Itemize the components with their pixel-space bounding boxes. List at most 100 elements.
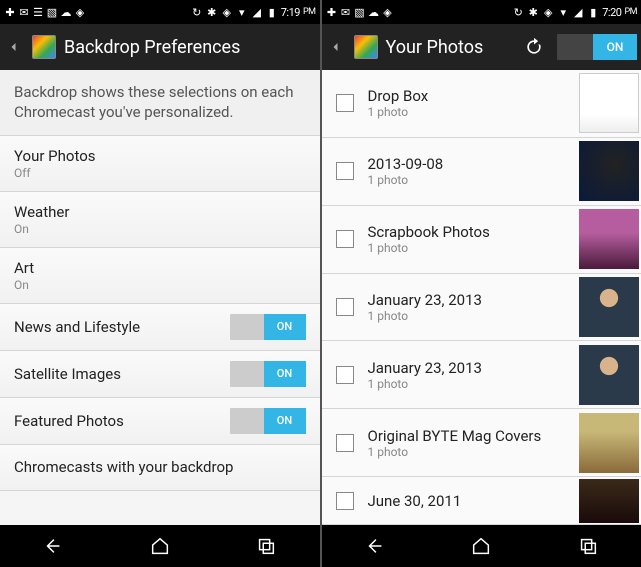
albums-list[interactable]: Drop Box 1 photo 2013-09-08 1 photo Scra… <box>322 70 641 525</box>
clock-time: 7:20 <box>602 6 621 19</box>
refresh-button[interactable] <box>519 32 549 62</box>
pref-news[interactable]: News and Lifestyle ON <box>0 304 320 351</box>
pref-title: Art <box>14 259 306 277</box>
checkbox[interactable] <box>336 434 354 452</box>
pref-sub: On <box>14 222 306 236</box>
pref-weather[interactable]: Weather On <box>0 192 320 248</box>
album-sub: 1 photo <box>368 309 574 323</box>
album-row[interactable]: January 23, 2013 1 photo <box>322 274 641 342</box>
nav-back-button[interactable] <box>28 533 78 559</box>
pref-sub: Off <box>14 166 306 180</box>
toggle-featured[interactable]: ON <box>230 408 306 434</box>
wifi-icon: ◈ <box>542 6 554 18</box>
album-title: 2013-09-08 <box>368 155 574 173</box>
photos-master-toggle[interactable]: ON <box>557 34 637 60</box>
album-thumbnail <box>579 479 639 523</box>
status-right: ↻ ✱ ◈ ▾ ◢ ▮ 7:20 PM <box>512 6 637 19</box>
wifi-icon: ◈ <box>221 6 233 18</box>
phone-left: ✚ ✉ ☰ ▧ ☁ ◈ ↻ ✱ ◈ ▾ ◢ ▮ 7:19 PM Backdrop… <box>0 0 320 567</box>
nav-bar <box>0 525 320 567</box>
album-row[interactable]: 2013-09-08 1 photo <box>322 138 641 206</box>
battery-icon: ▮ <box>587 6 599 18</box>
sync-icon: ☰ <box>32 6 44 18</box>
album-row[interactable]: Drop Box 1 photo <box>322 70 641 138</box>
pref-title: Weather <box>14 203 306 221</box>
album-row[interactable]: Original BYTE Mag Covers 1 photo <box>322 409 641 477</box>
pref-title: Featured Photos <box>14 412 230 430</box>
checkbox[interactable] <box>336 366 354 384</box>
nav-home-button[interactable] <box>135 533 185 559</box>
nav-bar <box>322 525 641 567</box>
box-icon: ▧ <box>354 6 366 18</box>
toggle-news[interactable]: ON <box>230 314 306 340</box>
wifi2-icon: ▾ <box>557 6 569 18</box>
pref-title: Satellite Images <box>14 365 230 383</box>
vibrate-icon: ✱ <box>527 6 539 18</box>
pref-art[interactable]: Art On <box>0 248 320 304</box>
refresh-icon: ↻ <box>191 6 203 18</box>
album-thumbnail <box>579 345 639 405</box>
checkbox[interactable] <box>336 162 354 180</box>
toggle-on-label: ON <box>264 408 306 434</box>
checkbox[interactable] <box>336 298 354 316</box>
clock-ampm: PM <box>303 7 316 17</box>
toggle-satellite[interactable]: ON <box>230 361 306 387</box>
checkbox[interactable] <box>336 230 354 248</box>
phone-right: ✚ ✉ ▧ ☁ ◈ ↻ ✱ ◈ ▾ ◢ ▮ 7:20 PM Your Photo… <box>320 0 641 567</box>
check-icon: ◈ <box>74 6 86 18</box>
pref-title: Your Photos <box>14 147 306 165</box>
status-left: ✚ ✉ ☰ ▧ ☁ ◈ <box>4 6 86 18</box>
album-sub: 1 photo <box>368 105 574 119</box>
album-thumbnail <box>579 141 639 201</box>
status-left: ✚ ✉ ▧ ☁ ◈ <box>326 6 394 18</box>
nav-recent-button[interactable] <box>563 533 613 559</box>
clock-ampm: PM <box>624 7 637 17</box>
pref-title: News and Lifestyle <box>14 318 230 336</box>
wifi2-icon: ▾ <box>236 6 248 18</box>
nav-back-button[interactable] <box>350 533 400 559</box>
mail-icon: ✉ <box>340 6 352 18</box>
album-row[interactable]: January 23, 2013 1 photo <box>322 341 641 409</box>
cloud-icon: ☁ <box>60 6 72 18</box>
status-bar: ✚ ✉ ☰ ▧ ☁ ◈ ↻ ✱ ◈ ▾ ◢ ▮ 7:19 PM <box>0 0 320 24</box>
pref-your-photos[interactable]: Your Photos Off <box>0 136 320 192</box>
vibrate-icon: ✱ <box>206 6 218 18</box>
album-title: Drop Box <box>368 87 574 105</box>
status-right: ↻ ✱ ◈ ▾ ◢ ▮ 7:19 PM <box>191 6 316 19</box>
album-title: Scrapbook Photos <box>368 223 574 241</box>
action-bar: Backdrop Preferences <box>0 24 320 70</box>
signal-icon: ◢ <box>572 6 584 18</box>
pref-sub: On <box>14 278 306 292</box>
pref-title: Chromecasts with your backdrop <box>14 458 306 476</box>
pref-satellite[interactable]: Satellite Images ON <box>0 351 320 398</box>
nav-home-button[interactable] <box>456 533 506 559</box>
nav-recent-button[interactable] <box>241 533 291 559</box>
pref-chromecasts[interactable]: Chromecasts with your backdrop <box>0 445 320 491</box>
back-caret-icon[interactable] <box>4 24 24 70</box>
plus-icon: ✚ <box>4 6 16 18</box>
box-icon: ▧ <box>46 6 58 18</box>
chromecast-logo-icon <box>32 35 56 59</box>
battery-icon: ▮ <box>266 6 278 18</box>
album-sub: 1 photo <box>368 377 574 391</box>
album-row[interactable]: Scrapbook Photos 1 photo <box>322 206 641 274</box>
action-bar: Your Photos ON <box>322 24 641 70</box>
prefs-content: Backdrop shows these selections on each … <box>0 70 320 525</box>
album-thumbnail <box>579 73 639 133</box>
plus-icon: ✚ <box>326 6 338 18</box>
checkbox[interactable] <box>336 492 354 510</box>
back-caret-icon[interactable] <box>326 24 346 70</box>
album-sub: 1 photo <box>368 173 574 187</box>
clock-time: 7:19 <box>281 6 300 19</box>
toggle-on-label: ON <box>264 314 306 340</box>
album-row[interactable]: June 30, 2011 <box>322 477 641 525</box>
album-thumbnail <box>579 277 639 337</box>
album-thumbnail <box>579 413 639 473</box>
signal-icon: ◢ <box>251 6 263 18</box>
prefs-description: Backdrop shows these selections on each … <box>0 70 320 136</box>
album-sub: 1 photo <box>368 445 574 459</box>
page-title: Backdrop Preferences <box>64 37 316 58</box>
pref-featured[interactable]: Featured Photos ON <box>0 398 320 445</box>
checkbox[interactable] <box>336 94 354 112</box>
album-title: Original BYTE Mag Covers <box>368 427 574 445</box>
